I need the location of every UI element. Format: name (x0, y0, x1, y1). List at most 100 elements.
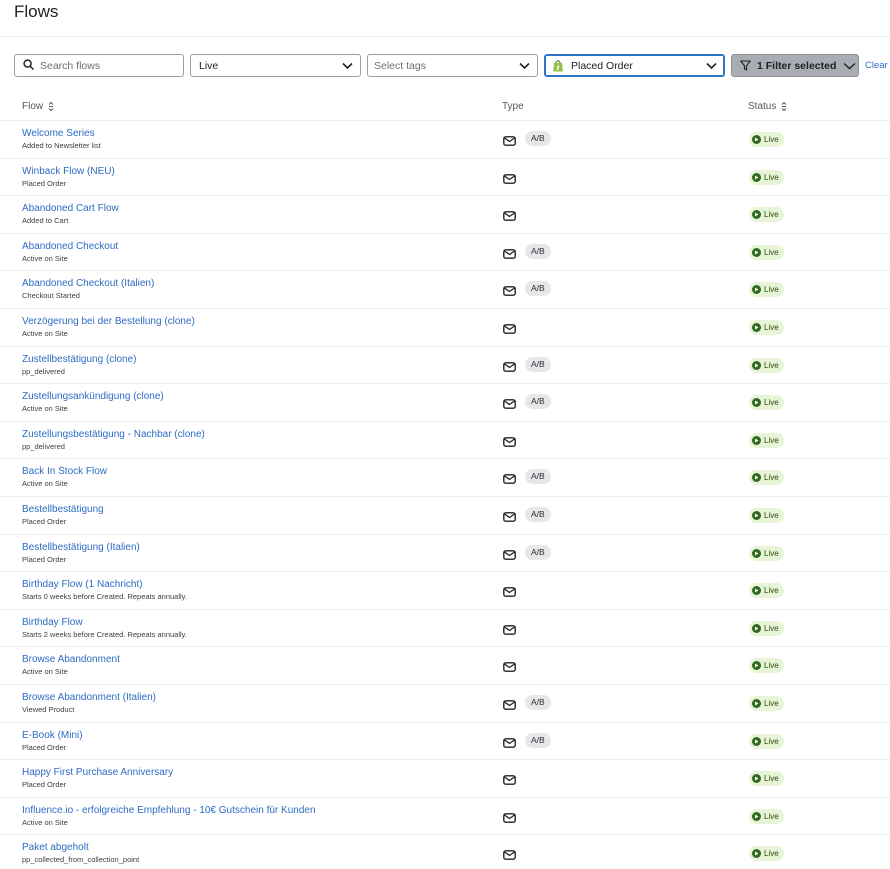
flow-name-link[interactable]: Back In Stock Flow (22, 466, 107, 477)
ab-test-badge: A/B (525, 506, 551, 522)
column-header-flow[interactable]: Flow (22, 101, 54, 112)
play-icon (752, 473, 761, 483)
flow-name-link[interactable]: Birthday Flow (22, 617, 83, 628)
table-row: Browse Abandonment (Italien) Viewed Produ… (0, 685, 890, 723)
filter-bar: Live Select tags Placed Order 1 Filter s… (0, 54, 890, 78)
search-input[interactable] (40, 59, 160, 72)
flow-name-link[interactable]: E-Book (Mini) (22, 730, 83, 741)
play-icon (752, 586, 761, 596)
flow-name-link[interactable]: Welcome Series (22, 128, 95, 139)
shopify-bag-icon (552, 59, 564, 72)
search-field[interactable] (14, 54, 184, 77)
tags-select-placeholder: Select tags (374, 59, 426, 72)
play-icon (752, 510, 761, 520)
email-icon (503, 659, 516, 673)
flow-name-link[interactable]: Happy First Purchase Anniversary (22, 767, 173, 778)
status-badge-label: Live (764, 285, 779, 295)
email-icon (503, 735, 516, 748)
flow-name-link[interactable]: Abandoned Cart Flow (22, 203, 119, 214)
email-icon (503, 509, 516, 522)
flow-name-link[interactable]: Verzögerung bei der Bestellung (clone) (22, 316, 195, 327)
status-badge-label: Live (764, 736, 779, 746)
flow-name-link[interactable]: Zustellungsbestätigung - Nachbar (clone) (22, 429, 205, 440)
flow-name-link[interactable]: Birthday Flow (1 Nachricht) (22, 579, 143, 590)
flow-trigger-text: Added to Newsletter list (22, 141, 101, 150)
flow-name-link[interactable]: Abandoned Checkout (Italien) (22, 278, 154, 289)
email-icon (503, 622, 516, 635)
play-icon (752, 811, 761, 821)
ab-test-badge: A/B (525, 243, 551, 259)
flow-name-link[interactable]: Paket abgeholt (22, 842, 89, 853)
clear-filters-link[interactable]: Clear (865, 60, 888, 71)
email-icon (503, 772, 516, 785)
ab-test-badge: A/B (525, 694, 551, 710)
flow-name-link[interactable]: Winback Flow (NEU) (22, 166, 115, 177)
table-row: Happy First Purchase Anniversary Placed O… (0, 760, 890, 798)
status-badge-label: Live (764, 510, 779, 520)
play-icon (752, 623, 761, 633)
play-icon (752, 322, 761, 332)
email-icon (503, 283, 516, 297)
status-select[interactable]: Live (190, 54, 361, 77)
status-badge-label: Live (764, 247, 779, 257)
table-row: Zustellbestätigung (clone) pp_delivered A/… (0, 347, 890, 385)
ab-test-badge: A/B (525, 356, 551, 372)
flow-name-link[interactable]: Bestellbestätigung (22, 504, 104, 515)
status-badge: Live (749, 808, 784, 824)
tags-select[interactable]: Select tags (367, 54, 538, 77)
status-badge-label: Live (764, 322, 779, 332)
chevron-down-icon (519, 62, 530, 70)
flow-name-link[interactable]: Influence.io - erfolgreiche Empfehlung -… (22, 805, 316, 816)
email-icon (503, 471, 516, 485)
flow-trigger-text: Starts 0 weeks before Created. Repeats a… (22, 592, 187, 602)
status-badge: Live (749, 733, 784, 749)
page-title: Flows (14, 2, 59, 21)
status-badge: Live (749, 357, 784, 373)
email-icon (503, 847, 516, 861)
table-row: Bestellbestätigung (Italien) Placed Order… (0, 535, 890, 573)
flow-name-link[interactable]: Abandoned Checkout (22, 241, 118, 252)
play-icon (752, 698, 761, 708)
status-badge: Live (749, 470, 784, 486)
table-row: Bestellbestätigung Placed Order A/B Live (0, 497, 890, 535)
play-icon (752, 360, 761, 370)
status-badge-label: Live (764, 811, 779, 821)
status-badge: Live (749, 545, 784, 561)
play-icon (752, 172, 761, 182)
trigger-select[interactable]: Placed Order (544, 54, 725, 77)
column-header-status-label: Status (748, 101, 777, 112)
filter-button[interactable]: 1 Filter selected (731, 54, 859, 77)
email-icon (503, 321, 516, 334)
table-header: Flow Type Status (0, 96, 890, 121)
table-row: Abandoned Cart Flow Added to Cart Live (0, 196, 890, 234)
status-badge-label: Live (764, 435, 779, 445)
status-badge-label: Live (764, 473, 779, 483)
flow-name-link[interactable]: Bestellbestätigung (Italien) (22, 542, 140, 553)
column-header-status[interactable]: Status (748, 101, 787, 112)
chevron-down-icon (342, 62, 353, 70)
table-row: Abandoned Checkout Active on Site A/B Live (0, 234, 890, 272)
flow-trigger-text: pp_delivered (22, 441, 65, 451)
flow-name-link[interactable]: Browse Abandonment (22, 654, 120, 665)
table-row: Welcome Series Added to Newsletter list A/… (0, 121, 890, 159)
flow-trigger-text: Active on Site (22, 404, 68, 414)
flow-name-link[interactable]: Zustellungsankündigung (clone) (22, 391, 164, 402)
flow-name-link[interactable]: Browse Abandonment (Italien) (22, 692, 156, 703)
status-badge: Live (749, 169, 784, 185)
flow-name-link[interactable]: Zustellbestätigung (clone) (22, 354, 137, 365)
column-header-type: Type (502, 101, 524, 112)
status-badge-label: Live (764, 774, 779, 784)
title-divider (0, 36, 890, 37)
status-badge: Live (749, 846, 784, 862)
status-badge-label: Live (764, 398, 779, 408)
status-badge: Live (749, 244, 784, 260)
table-row: Zustellungsankündigung (clone) Active on … (0, 384, 890, 422)
chevron-down-icon (706, 62, 717, 70)
play-icon (752, 849, 761, 859)
status-badge: Live (749, 132, 784, 147)
flow-trigger-text: Active on Site (22, 667, 68, 677)
status-badge-label: Live (764, 548, 779, 558)
funnel-icon (740, 60, 751, 71)
flow-trigger-text: Placed Order (22, 742, 67, 752)
flow-trigger-text: Placed Order (22, 780, 67, 790)
